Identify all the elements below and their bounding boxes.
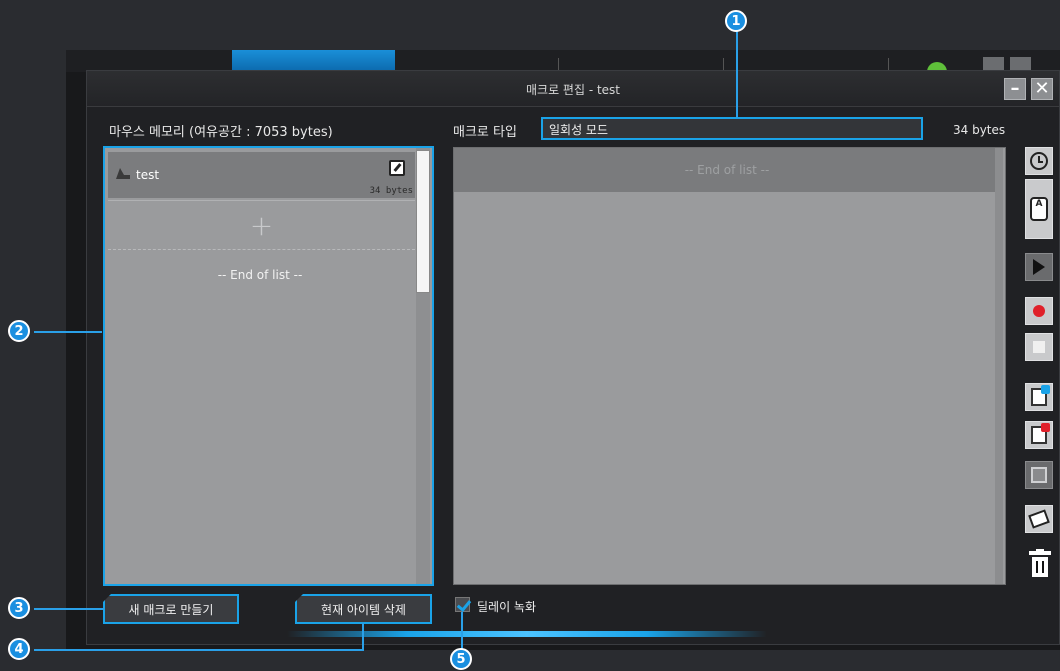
callout-leader	[362, 623, 364, 651]
dialog-title: 매크로 편집 - test	[525, 83, 621, 97]
paste-button[interactable]	[1025, 421, 1053, 449]
callout-leader	[34, 608, 104, 610]
bottom-glow	[287, 631, 767, 637]
scrollbar-thumb[interactable]	[416, 150, 430, 293]
macro-type-label: 매크로 타입	[453, 125, 517, 140]
parent-tab-active[interactable]	[232, 50, 395, 70]
stop-icon	[1033, 341, 1045, 353]
macro-list[interactable]: test 34 bytes + -- End of list --	[103, 146, 434, 586]
play-button[interactable]	[1025, 253, 1053, 281]
record-button[interactable]	[1025, 297, 1053, 325]
play-icon	[1033, 259, 1045, 275]
edit-icon[interactable]	[389, 160, 405, 176]
callout-4: 4	[8, 638, 30, 660]
save-icon	[1031, 467, 1047, 483]
list-item[interactable]: test 34 bytes	[108, 152, 415, 198]
callout-leader	[34, 649, 364, 651]
keyboard-mouse-icon: A	[1030, 197, 1048, 221]
add-macro-button[interactable]: +	[108, 200, 415, 250]
parent-topbar	[66, 50, 1060, 72]
record-icon	[1033, 305, 1045, 317]
copy-button[interactable]	[1025, 383, 1053, 411]
callout-leader	[461, 612, 463, 650]
copy-icon	[1031, 385, 1050, 406]
callout-leader	[34, 331, 102, 333]
memory-label: 마우스 메모리 (여유공간 : 7053 bytes)	[109, 125, 333, 140]
mouse-icon	[116, 168, 130, 179]
list-end-text: -- End of list --	[217, 268, 303, 282]
callout-3: 3	[8, 597, 30, 619]
eraser-icon	[1028, 509, 1050, 529]
macro-size-label: 34 bytes	[953, 123, 1006, 137]
insert-delay-button[interactable]	[1025, 147, 1053, 175]
delete-item-button[interactable]: 현재 아이템 삭제	[295, 594, 432, 624]
scrollbar-track[interactable]	[995, 148, 1003, 584]
dialog-titlebar[interactable]: 매크로 편집 - test – ✕	[87, 71, 1059, 107]
erase-button[interactable]	[1025, 505, 1053, 533]
delay-record-label: 딜레이 녹화	[477, 600, 537, 614]
callout-1: 1	[725, 10, 747, 32]
parent-tab-divider	[723, 58, 724, 70]
steps-end-text: -- End of list --	[454, 148, 1000, 192]
trash-icon[interactable]	[1029, 549, 1051, 577]
delay-record-checkbox[interactable]	[455, 597, 470, 612]
parent-tab-divider	[558, 58, 559, 70]
parent-tab-divider	[888, 58, 889, 70]
macro-steps-list[interactable]: -- End of list --	[453, 147, 1006, 585]
insert-input-button[interactable]: A	[1025, 179, 1053, 239]
save-button[interactable]	[1025, 461, 1053, 489]
stop-button[interactable]	[1025, 333, 1053, 361]
minimize-button[interactable]: –	[1004, 78, 1026, 100]
callout-leader	[736, 28, 738, 118]
macro-name: test	[136, 168, 160, 182]
callout-2: 2	[8, 320, 30, 342]
clock-icon	[1030, 152, 1048, 170]
macro-edit-dialog: 매크로 편집 - test – ✕ 마우스 메모리 (여유공간 : 7053 b…	[86, 70, 1060, 645]
paste-icon	[1031, 423, 1050, 444]
macro-size: 34 bytes	[369, 186, 413, 196]
macro-type-select[interactable]: 일회성 모드	[541, 117, 923, 140]
new-macro-button[interactable]: 새 매크로 만들기	[103, 594, 239, 624]
callout-5: 5	[450, 648, 472, 670]
close-button[interactable]: ✕	[1031, 78, 1053, 100]
